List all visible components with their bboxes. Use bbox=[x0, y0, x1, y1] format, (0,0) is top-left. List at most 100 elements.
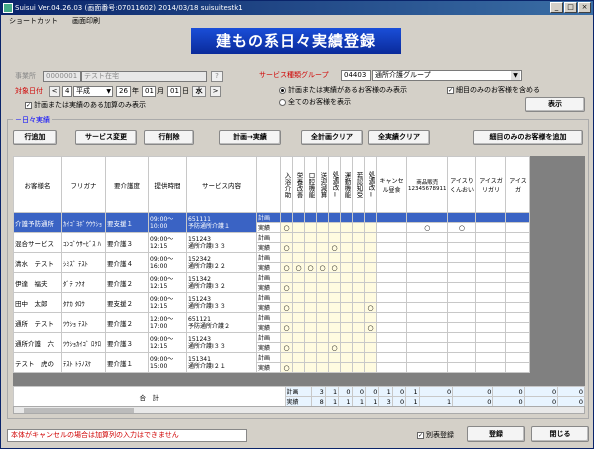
cell-addon[interactable] bbox=[340, 302, 353, 313]
cell-addon[interactable] bbox=[475, 242, 507, 253]
cell-addon[interactable] bbox=[405, 352, 449, 363]
cell-addon[interactable] bbox=[475, 332, 507, 343]
cell-name[interactable]: 田中 太郎 bbox=[13, 292, 62, 313]
cell-addon[interactable] bbox=[292, 322, 305, 333]
cell-addon[interactable] bbox=[376, 242, 407, 253]
cell-addon[interactable] bbox=[280, 312, 293, 323]
cell-addon[interactable] bbox=[447, 252, 477, 263]
office-lookup-button[interactable]: ? bbox=[211, 71, 223, 82]
cell-addon[interactable] bbox=[505, 332, 531, 343]
cell-service[interactable]: 151243 通所介護Ⅰ３３ bbox=[186, 292, 257, 313]
cell-addon[interactable] bbox=[328, 222, 341, 233]
cell-addon[interactable] bbox=[280, 232, 293, 243]
cell-addon[interactable] bbox=[304, 342, 317, 353]
cell-service[interactable]: 151341 通所介護Ⅰ２１ bbox=[186, 352, 257, 373]
cell-service[interactable]: 651121 予防通所介護２ bbox=[186, 312, 257, 333]
chevron-down-icon[interactable]: ▼ bbox=[511, 71, 520, 80]
table-row[interactable]: 伊達 福夫 ﾀﾞﾃ ﾌｸｵ 要介護２ 09:00～ 12:15 151342 通所介護Ⅰ３… bbox=[13, 272, 531, 293]
weekday-calendar-button[interactable]: 水 bbox=[192, 86, 206, 97]
cell-addon[interactable]: ○ bbox=[292, 262, 305, 273]
cell-care[interactable]: 要支援２ bbox=[105, 292, 149, 313]
cell-addon[interactable] bbox=[505, 232, 531, 243]
cell-addon[interactable] bbox=[304, 282, 317, 293]
cell-addon[interactable] bbox=[405, 272, 449, 283]
cell-addon[interactable] bbox=[376, 252, 407, 263]
cell-addon[interactable]: ○ bbox=[328, 342, 341, 353]
era-chevron-icon[interactable]: ▼ bbox=[106, 87, 111, 96]
cell-addon[interactable] bbox=[340, 222, 353, 233]
clear-actual-button[interactable]: 全実績クリア bbox=[368, 130, 430, 145]
month-field[interactable]: 01 bbox=[142, 86, 156, 97]
cell-addon[interactable] bbox=[376, 262, 407, 273]
cell-addon[interactable] bbox=[328, 282, 341, 293]
cell-addon[interactable] bbox=[505, 342, 531, 353]
cell-addon[interactable] bbox=[304, 292, 317, 303]
clear-plan-button[interactable]: 全計画クリア bbox=[301, 130, 363, 145]
cell-addon[interactable] bbox=[280, 212, 293, 223]
cell-care[interactable]: 要介護３ bbox=[105, 232, 149, 253]
cell-addon[interactable] bbox=[316, 232, 329, 243]
cell-addon[interactable] bbox=[405, 232, 449, 243]
cell-addon[interactable] bbox=[364, 342, 377, 353]
cell-addon[interactable] bbox=[340, 362, 353, 373]
cell-addon[interactable] bbox=[475, 312, 507, 323]
cell-addon[interactable] bbox=[280, 272, 293, 283]
cell-addon[interactable] bbox=[352, 342, 365, 353]
cell-addon[interactable] bbox=[328, 332, 341, 343]
cell-addon[interactable] bbox=[405, 252, 449, 263]
cell-addon[interactable]: ○ bbox=[280, 342, 293, 353]
radio-with-records[interactable]: 計画または実績があるお客様のみ表示 bbox=[279, 85, 407, 96]
cell-addon[interactable] bbox=[316, 242, 329, 253]
cell-care[interactable]: 要介護２ bbox=[105, 312, 149, 333]
cell-addon[interactable] bbox=[292, 212, 305, 223]
cell-addon[interactable] bbox=[340, 282, 353, 293]
cell-addon[interactable]: ○ bbox=[328, 242, 341, 253]
cell-addon[interactable] bbox=[316, 312, 329, 323]
cell-addon[interactable] bbox=[352, 312, 365, 323]
cell-addon[interactable] bbox=[280, 292, 293, 303]
cell-addon[interactable] bbox=[475, 292, 507, 303]
cell-addon[interactable] bbox=[328, 232, 341, 243]
cell-addon[interactable] bbox=[475, 212, 507, 223]
cell-addon[interactable] bbox=[405, 342, 449, 353]
cell-addon[interactable] bbox=[376, 212, 407, 223]
add-row-button[interactable]: 行追加 bbox=[13, 130, 57, 145]
cell-addon[interactable] bbox=[316, 292, 329, 303]
cell-addon[interactable] bbox=[352, 252, 365, 263]
cell-addon[interactable] bbox=[292, 222, 305, 233]
plan-to-actual-button[interactable]: 計画→実績 bbox=[219, 130, 281, 145]
cell-addon[interactable] bbox=[328, 292, 341, 303]
cell-addon[interactable] bbox=[475, 322, 507, 333]
cell-addon[interactable] bbox=[505, 302, 531, 313]
cell-addon[interactable]: ○ bbox=[280, 302, 293, 313]
register-button[interactable]: 登録 bbox=[467, 426, 525, 442]
cell-addon[interactable] bbox=[328, 252, 341, 263]
cell-addon[interactable] bbox=[364, 292, 377, 303]
table-row[interactable]: 介護予防通所 ｶｲｺﾞﾖﾎﾞｳｳｳｼｮ 要支援１ 09:00～ 10:00 651111… bbox=[13, 212, 531, 233]
cell-addon[interactable] bbox=[304, 232, 317, 243]
cell-time[interactable]: 09:00～ 12:15 bbox=[148, 232, 187, 253]
cell-addon[interactable] bbox=[340, 272, 353, 283]
cell-addon[interactable]: ○ bbox=[447, 222, 477, 233]
cell-addon[interactable] bbox=[352, 212, 365, 223]
cell-addon[interactable] bbox=[316, 252, 329, 263]
cell-addon[interactable] bbox=[352, 282, 365, 293]
cell-addon[interactable] bbox=[405, 262, 449, 273]
cell-care[interactable]: 要介護２ bbox=[105, 272, 149, 293]
cell-addon[interactable]: ○ bbox=[280, 322, 293, 333]
delete-row-button[interactable]: 行削除 bbox=[144, 130, 194, 145]
cell-addon[interactable] bbox=[316, 212, 329, 223]
cell-addon[interactable] bbox=[475, 352, 507, 363]
cell-addon[interactable] bbox=[475, 252, 507, 263]
cell-time[interactable]: 09:00～ 15:00 bbox=[148, 352, 187, 373]
table-row[interactable]: 田中 太郎 ﾀﾅｶ ﾀﾛｳ 要支援２ 09:00～ 12:15 151243 通所介護Ⅰ３… bbox=[13, 292, 531, 313]
era-select[interactable]: 平成 ▼ bbox=[73, 86, 113, 97]
cell-kana[interactable]: ﾂｳｼｮ ﾃｽﾄ bbox=[61, 312, 106, 333]
cell-care[interactable]: 要介護４ bbox=[105, 252, 149, 273]
cell-addon[interactable] bbox=[376, 232, 407, 243]
cell-addon[interactable] bbox=[340, 312, 353, 323]
cell-addon[interactable] bbox=[475, 272, 507, 283]
cell-addon[interactable]: ○ bbox=[364, 322, 377, 333]
cell-addon[interactable] bbox=[328, 322, 341, 333]
cell-service[interactable]: 651111 予防通所介護１ bbox=[186, 212, 257, 233]
